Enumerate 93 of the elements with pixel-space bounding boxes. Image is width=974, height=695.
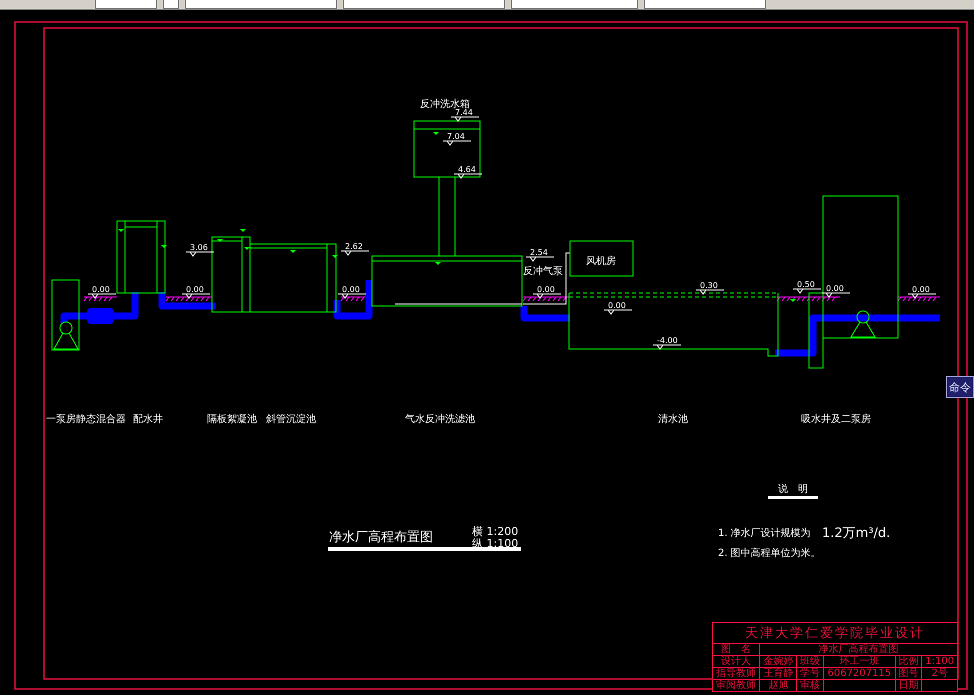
- water-level-icon: [332, 255, 338, 258]
- structure-label: 斜管沉淀池: [266, 414, 316, 425]
- elevation-label: -4.00: [657, 336, 678, 345]
- table-cell: 班级: [796, 656, 824, 668]
- table-cell: 2号: [922, 668, 958, 680]
- table-cell: 指导教师: [712, 668, 760, 680]
- table-cell: 比例: [895, 656, 922, 668]
- toolbar-icon[interactable]: [163, 0, 179, 9]
- elevation-symbol-icon: [532, 294, 562, 299]
- table-cell: 日期: [895, 680, 922, 692]
- water-level-icon: [244, 247, 250, 250]
- elevation-symbol-icon: [696, 290, 724, 295]
- annotation-label: 风机房: [586, 256, 616, 267]
- water-level-icon: [217, 239, 223, 242]
- ground-line: [898, 296, 940, 302]
- table-cell: 审核: [796, 680, 824, 692]
- elevation-symbol-icon: [454, 174, 482, 179]
- elevation-label: 2.54: [530, 248, 548, 257]
- water-level-icon: [790, 299, 796, 302]
- elevation-label: 7.04: [447, 132, 465, 141]
- static-mixer-drawing: [87, 308, 114, 324]
- elevation-symbol-icon: [604, 310, 632, 315]
- drawing-title: 净水厂高程布置图: [329, 530, 433, 545]
- water-level-icon: [433, 132, 439, 135]
- elevation-label: 2.62: [345, 242, 363, 251]
- structure-label: 一泵房: [46, 414, 76, 425]
- table-cell: 净水厂高程布置图: [760, 644, 958, 656]
- table-cell: 学号: [796, 668, 824, 680]
- elevation-label: 7.44: [455, 108, 473, 117]
- ground-line: [166, 296, 212, 302]
- annotation-label: 反冲洗水箱: [420, 99, 470, 110]
- structure-label: 吸水井及二泵房: [801, 414, 871, 425]
- elevation-label: 0.00: [342, 285, 360, 294]
- structure-label: 静态混合器: [76, 414, 126, 425]
- dropdown-field[interactable]: [511, 0, 638, 9]
- structure-label: 气水反冲洗滤池: [405, 414, 475, 425]
- table-cell: 金婉婷: [760, 656, 797, 668]
- table-cell: 环工一班: [823, 656, 896, 668]
- scale-label: 横 1:200: [472, 525, 518, 538]
- annotation-label: 反冲气泵: [523, 266, 563, 277]
- table-cell: 1:100: [922, 656, 958, 668]
- elevation-label: 0.50: [797, 280, 815, 289]
- water-level-icon: [435, 262, 441, 265]
- ground-line: [776, 296, 840, 302]
- notes-underline: [768, 496, 818, 499]
- table-cell: 王育静: [760, 668, 797, 680]
- dropdown-field[interactable]: [95, 0, 157, 9]
- ground-line: [522, 296, 570, 302]
- elevation-symbol-icon: [182, 294, 210, 299]
- blower-room-drawing: [570, 240, 634, 276]
- dropdown-field[interactable]: [644, 0, 766, 9]
- elevation-symbol-icon: [340, 250, 370, 256]
- elevation-label: 0.00: [826, 284, 844, 293]
- water-level-icon: [240, 229, 246, 232]
- elevation-label: 4.64: [458, 165, 476, 174]
- ground-line: [84, 296, 118, 302]
- table-cell: 赵旭: [760, 680, 797, 692]
- water-level-icon: [161, 245, 167, 248]
- elevation-label: 0.00: [608, 301, 626, 310]
- elevation-symbol-icon: [652, 344, 682, 350]
- table-cell: 图号: [895, 668, 922, 680]
- elevation-label: 0.00: [186, 285, 204, 294]
- ground-line: [340, 296, 366, 302]
- notes-heading: 说 明: [778, 484, 808, 495]
- table-cell: 图 名: [712, 644, 760, 656]
- elevation-symbol-icon: [526, 256, 554, 262]
- elevation-symbol-icon: [186, 252, 214, 257]
- elevation-label: 0.30: [700, 281, 718, 290]
- elevation-label: 0.00: [912, 285, 930, 294]
- water-level-icon: [290, 250, 296, 253]
- elevation-symbol-icon: [88, 294, 116, 299]
- elevation-symbol-icon: [450, 116, 480, 122]
- elevation-symbol-icon: [442, 140, 472, 146]
- table-cell: 设计人: [712, 656, 760, 668]
- structure-label: 清水池: [658, 414, 688, 425]
- elevation-label: 0.00: [537, 285, 555, 294]
- table-cell: 6067207115: [823, 668, 896, 680]
- dropdown-field[interactable]: [185, 0, 337, 9]
- table-cell: 审阅教师: [712, 680, 760, 692]
- elevation-label: 3.06: [190, 243, 208, 252]
- note-value: 1.2万m³/d.: [822, 526, 890, 541]
- pump-house-drawing: [52, 280, 80, 350]
- structure-label: 配水井: [133, 414, 163, 425]
- note-text: 2. 图中高程单位为米。: [718, 548, 821, 559]
- water-level-icon: [118, 229, 124, 232]
- dropdown-field[interactable]: [343, 0, 505, 9]
- command-button[interactable]: 命令: [946, 376, 974, 398]
- elevation-label: 0.00: [92, 285, 110, 294]
- title-block-heading: 天津大学仁爱学院毕业设计: [712, 622, 958, 644]
- elevation-symbol-icon: [908, 294, 936, 299]
- elevation-symbol-icon: [338, 294, 366, 299]
- note-text: 1. 净水厂设计规模为: [718, 528, 811, 539]
- structure-label: 隔板絮凝池: [207, 414, 257, 425]
